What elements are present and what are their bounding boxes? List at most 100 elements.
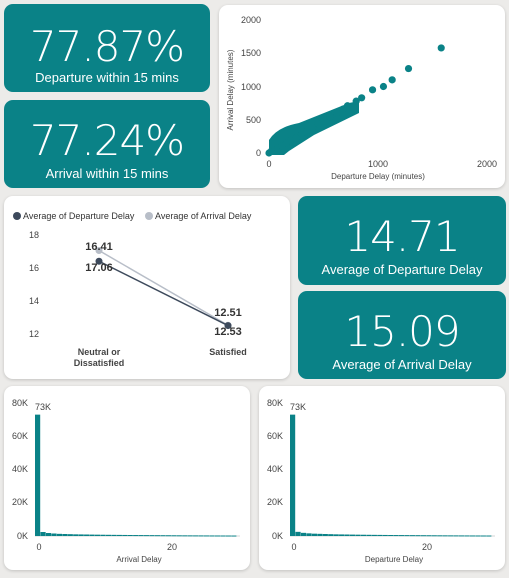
- histogram-bar[interactable]: [67, 534, 73, 536]
- histogram-bar[interactable]: [220, 535, 226, 537]
- histogram-bar[interactable]: [165, 535, 171, 537]
- histogram-bar[interactable]: [382, 534, 388, 536]
- histogram-bar[interactable]: [122, 534, 128, 536]
- histogram-bar[interactable]: [149, 535, 155, 537]
- histogram-bar[interactable]: [94, 534, 101, 536]
- scatter-point: [404, 64, 413, 73]
- y-axis-label: Arrival Delay (minutes): [226, 49, 235, 130]
- x-axis-label: Arrival Delay: [116, 555, 161, 564]
- scatter-chart-card[interactable]: 2000 1500 1000 500 0 0 1000 2000 Departu…: [219, 5, 505, 188]
- histogram-bar[interactable]: [371, 534, 377, 536]
- departure-delay-histogram: 80K 60K 40K 20K 0K 73K 0 20 Departure De…: [267, 398, 495, 564]
- histogram-bar[interactable]: [290, 414, 296, 536]
- histogram-bar[interactable]: [45, 533, 52, 536]
- histogram-bar[interactable]: [209, 535, 215, 537]
- legend-marker-arrival: [145, 212, 153, 220]
- histogram-bar[interactable]: [409, 535, 416, 537]
- histogram-bar[interactable]: [366, 534, 372, 536]
- histogram-bar[interactable]: [475, 535, 481, 537]
- kpi-average-departure-delay[interactable]: 14.71 Average of Departure Delay: [298, 196, 506, 285]
- histogram-bar[interactable]: [431, 535, 437, 537]
- histogram-bar[interactable]: [333, 534, 339, 536]
- histogram-bar[interactable]: [420, 535, 426, 537]
- histogram-bar[interactable]: [399, 535, 405, 537]
- histogram-bar[interactable]: [62, 534, 68, 536]
- histogram-bar[interactable]: [306, 533, 312, 536]
- histogram-bar[interactable]: [40, 532, 46, 536]
- histogram-bar[interactable]: [133, 535, 139, 537]
- histogram-bar[interactable]: [193, 535, 199, 537]
- histogram-bar[interactable]: [51, 533, 57, 536]
- y-tick: 14: [29, 296, 39, 306]
- histogram-bar[interactable]: [176, 535, 182, 537]
- series-line: [98, 260, 229, 327]
- histogram-bar[interactable]: [360, 534, 367, 536]
- histogram-bar[interactable]: [349, 534, 356, 536]
- kpi-arrival-within-15[interactable]: 77.24% Arrival within 15 mins: [4, 100, 210, 188]
- histogram-bar[interactable]: [415, 535, 421, 537]
- histogram-bar[interactable]: [89, 534, 95, 536]
- line-chart-card[interactable]: Average of Departure Delay Average of Ar…: [4, 196, 290, 379]
- arrival-delay-histogram-card[interactable]: 80K 60K 40K 20K 0K 73K 0 20 Arrival Dela…: [4, 386, 250, 570]
- histogram-bar[interactable]: [388, 535, 394, 537]
- histogram-bar[interactable]: [84, 534, 90, 536]
- histogram-bar[interactable]: [377, 534, 383, 536]
- histogram-bar[interactable]: [453, 535, 459, 537]
- histogram-bar[interactable]: [355, 534, 361, 536]
- histogram-bar[interactable]: [300, 532, 307, 536]
- histogram-bar[interactable]: [214, 535, 221, 537]
- histogram-bar[interactable]: [469, 535, 476, 537]
- histogram-bar[interactable]: [203, 535, 210, 537]
- histogram-bar[interactable]: [437, 535, 443, 537]
- histogram-bar[interactable]: [111, 534, 117, 536]
- histogram-bar[interactable]: [393, 535, 399, 537]
- y-tick: 40K: [267, 464, 283, 474]
- histogram-bar[interactable]: [295, 531, 301, 536]
- histogram-bar[interactable]: [144, 535, 150, 537]
- histogram-bar[interactable]: [344, 534, 350, 536]
- scatter-point: [326, 113, 334, 121]
- y-tick: 40K: [12, 464, 28, 474]
- kpi-value: 15.09: [344, 307, 460, 356]
- data-label: 73K: [290, 402, 306, 412]
- histogram-bar[interactable]: [426, 535, 432, 537]
- histogram-bar[interactable]: [154, 535, 161, 537]
- departure-delay-histogram-card[interactable]: 80K 60K 40K 20K 0K 73K 0 20 Departure De…: [259, 386, 505, 570]
- scatter-point: [319, 117, 328, 125]
- histogram-bar[interactable]: [464, 535, 470, 537]
- scatter-chart: 2000 1500 1000 500 0 0 1000 2000 Departu…: [226, 15, 497, 181]
- histogram-bar[interactable]: [231, 535, 237, 537]
- histogram-bar[interactable]: [317, 533, 323, 536]
- histogram-bar[interactable]: [35, 414, 41, 536]
- data-label: 17.06: [85, 262, 113, 274]
- histogram-bar[interactable]: [198, 535, 204, 537]
- histogram-bar[interactable]: [225, 535, 231, 537]
- histogram-bar[interactable]: [105, 534, 112, 536]
- histogram-bar[interactable]: [182, 535, 188, 537]
- histogram-bar[interactable]: [138, 535, 144, 537]
- scatter-point: [388, 76, 396, 84]
- histogram-bar[interactable]: [404, 535, 410, 537]
- histogram-bar[interactable]: [78, 534, 84, 536]
- histogram-bar[interactable]: [486, 535, 492, 537]
- histogram-bar[interactable]: [127, 535, 133, 537]
- histogram-bar[interactable]: [116, 534, 122, 536]
- histogram-bar[interactable]: [160, 535, 166, 537]
- histogram-bar[interactable]: [73, 534, 79, 536]
- histogram-bar[interactable]: [171, 535, 177, 537]
- histogram-bar[interactable]: [448, 535, 454, 537]
- kpi-value: 77.87%: [29, 22, 185, 71]
- histogram-bar[interactable]: [328, 534, 334, 536]
- kpi-departure-within-15[interactable]: 77.87% Departure within 15 mins: [4, 4, 210, 92]
- histogram-bar[interactable]: [442, 535, 448, 537]
- histogram-bar[interactable]: [187, 535, 193, 537]
- histogram-bar[interactable]: [100, 534, 106, 536]
- histogram-bar[interactable]: [322, 534, 328, 536]
- histogram-bar[interactable]: [56, 533, 62, 536]
- histogram-bar[interactable]: [339, 534, 345, 536]
- kpi-average-arrival-delay[interactable]: 15.09 Average of Arrival Delay: [298, 291, 506, 379]
- histogram-bar[interactable]: [480, 535, 486, 537]
- histogram-bar[interactable]: [311, 533, 317, 536]
- y-tick: 0K: [17, 531, 28, 541]
- histogram-bar[interactable]: [458, 535, 465, 537]
